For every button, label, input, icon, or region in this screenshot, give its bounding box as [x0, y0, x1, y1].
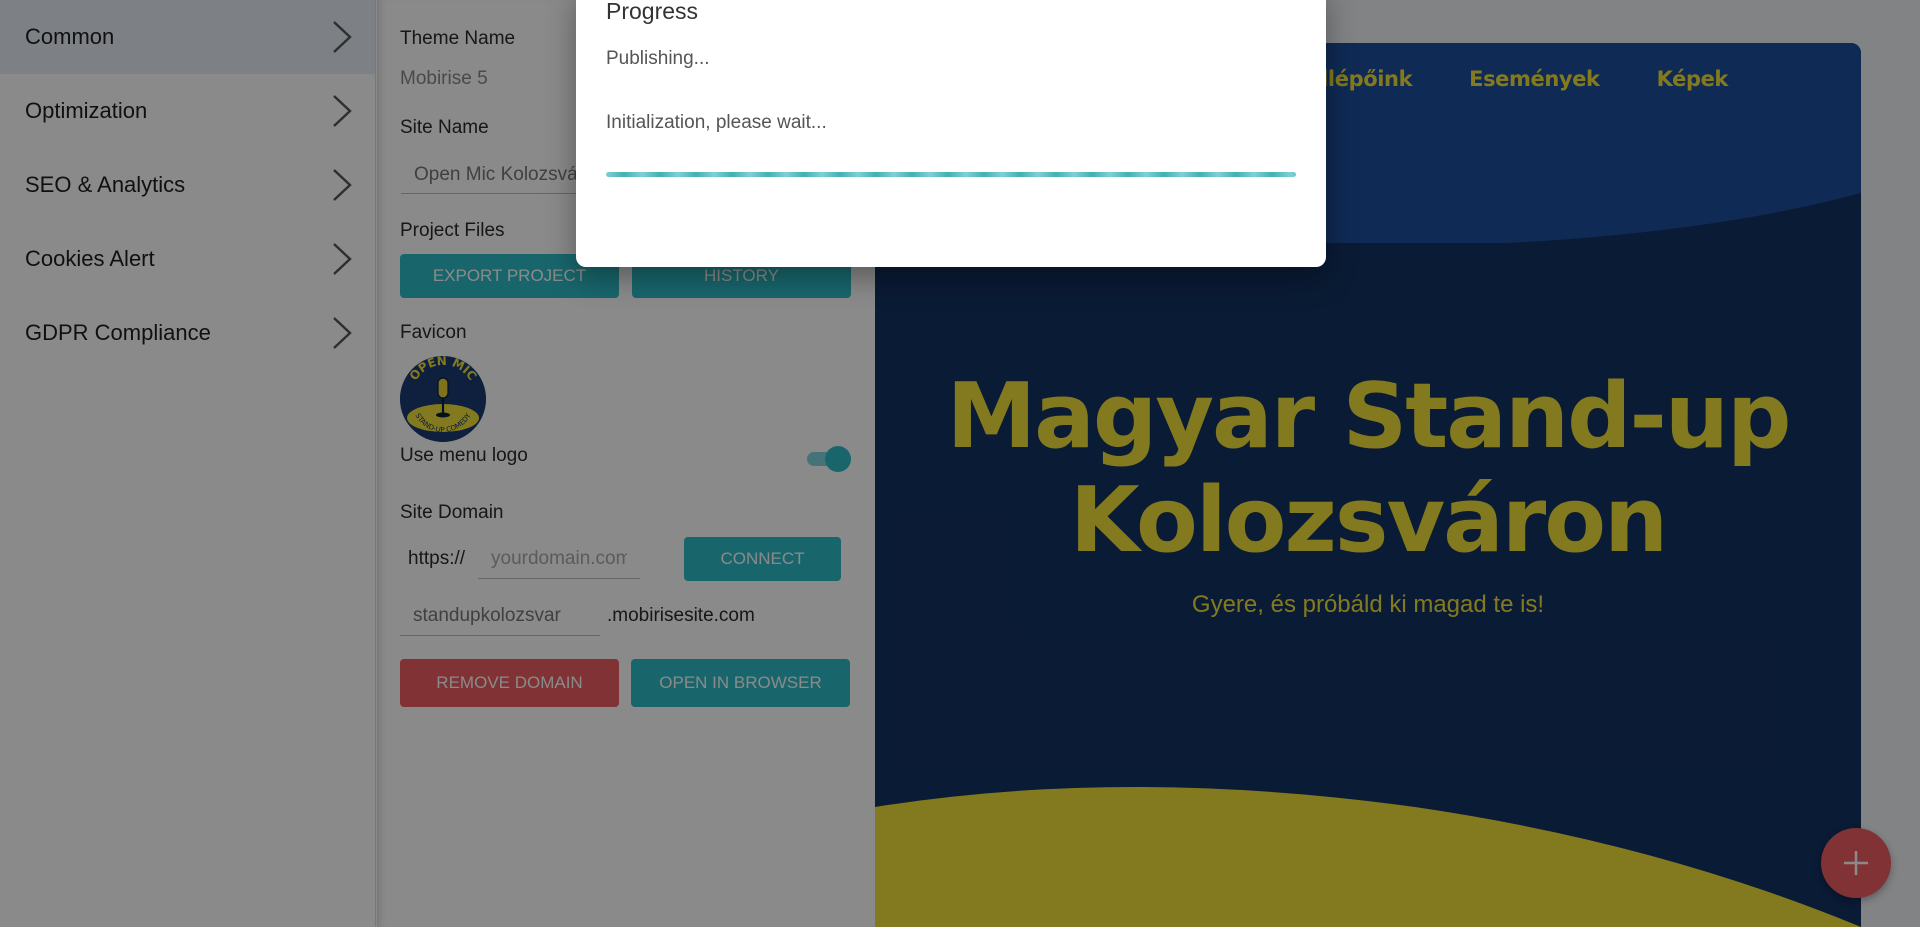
- progress-dialog: Progress Publishing... Initialization, p…: [576, 0, 1326, 267]
- dialog-title: Progress: [606, 0, 699, 24]
- dialog-status: Publishing...: [606, 48, 710, 69]
- progress-bar: [606, 172, 1296, 177]
- dialog-message: Initialization, please wait...: [606, 112, 827, 133]
